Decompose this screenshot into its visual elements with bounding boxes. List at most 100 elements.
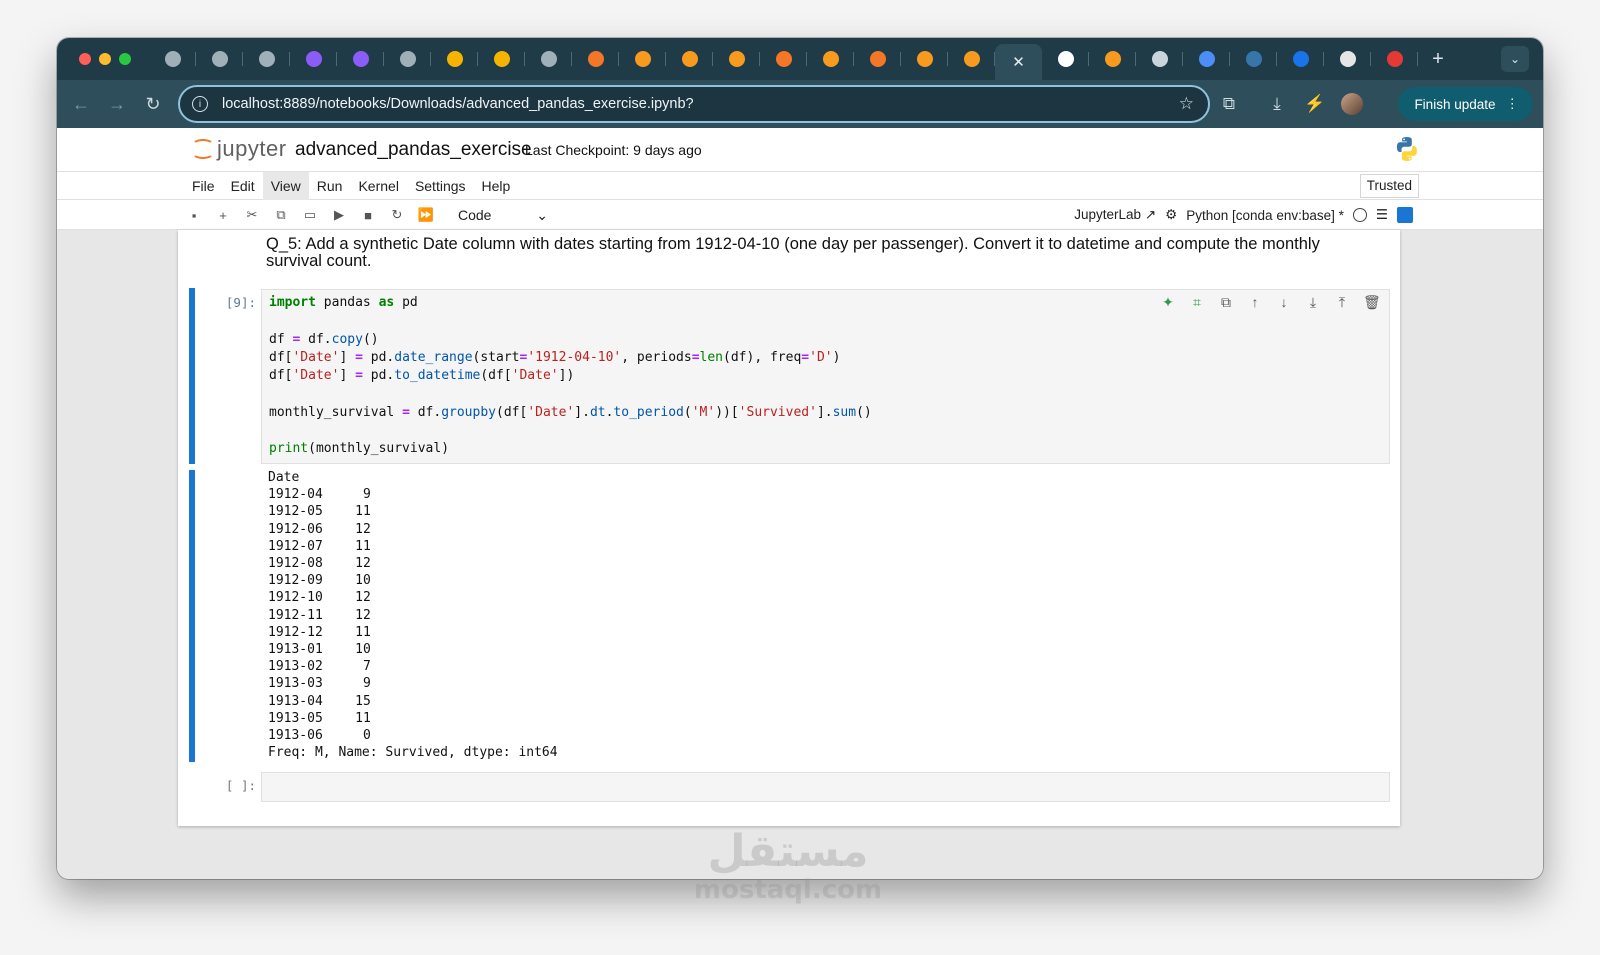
forward-arrow-icon[interactable]: →	[99, 94, 135, 115]
browser-tab[interactable]	[525, 38, 572, 80]
plus-icon[interactable]: +	[1418, 48, 1458, 71]
cut-icon[interactable]: ✂	[243, 207, 261, 223]
output-row: 1913-03 9	[268, 675, 558, 692]
tab-search-button[interactable]: ⌄	[1501, 46, 1529, 72]
run-icon[interactable]: ▶	[330, 207, 348, 223]
list-icon[interactable]: ☰	[1376, 207, 1388, 223]
active-browser-tab[interactable]: ✕	[995, 44, 1042, 80]
browser-tab[interactable]	[1183, 38, 1230, 80]
browser-tab[interactable]	[619, 38, 666, 80]
tab-favicon-icon	[352, 51, 369, 67]
bookmark-star-icon[interactable]: ☆	[1179, 94, 1194, 114]
notebook-title[interactable]: advanced_pandas_exercise	[295, 139, 532, 161]
browser-tab[interactable]	[948, 38, 995, 80]
browser-tab[interactable]	[1089, 38, 1136, 80]
insert-below-icon[interactable]: ⤓	[1305, 294, 1321, 311]
output-period: 1912-09	[268, 573, 323, 589]
paste-icon[interactable]: ▭	[301, 207, 319, 223]
output-period: 1912-07	[268, 538, 323, 554]
address-url[interactable]: localhost:8889/notebooks/Downloads/advan…	[222, 96, 694, 112]
address-bar[interactable]: i localhost:8889/notebooks/Downloads/adv…	[178, 85, 1210, 123]
duplicate-icon[interactable]: ⧉	[1218, 294, 1234, 311]
minimize-window-button[interactable]	[99, 53, 111, 65]
browser-tab[interactable]	[572, 38, 619, 80]
browser-tab[interactable]	[478, 38, 525, 80]
watermark: مستقل mostaql.com	[688, 828, 888, 905]
browser-tab[interactable]	[1277, 38, 1324, 80]
tab-favicon-icon	[916, 51, 933, 67]
back-arrow-icon[interactable]: ←	[63, 94, 99, 115]
output-row: 1912-10 12	[268, 589, 558, 606]
markdown-cell[interactable]: Q_5: Add a synthetic Date column with da…	[266, 236, 1356, 270]
browser-tab[interactable]	[713, 38, 760, 80]
browser-tab[interactable]	[1136, 38, 1183, 80]
code-cell-editor[interactable]: import pandas as pd df = df.copy() df['D…	[261, 289, 1390, 464]
profile-avatar[interactable]	[1341, 93, 1363, 115]
menu-run[interactable]: Run	[309, 172, 351, 200]
browser-tab[interactable]	[666, 38, 713, 80]
tab-favicon-icon	[1339, 51, 1356, 67]
browser-tab[interactable]	[1230, 38, 1277, 80]
property-inspector-icon[interactable]	[1397, 207, 1413, 223]
save-icon[interactable]: ▪	[185, 208, 203, 223]
output-count: 11	[355, 538, 371, 554]
kernel-status-icon	[1352, 208, 1367, 222]
code-format-icon[interactable]: ⌗	[1189, 294, 1205, 311]
finish-update-button[interactable]: Finish update ⋮	[1398, 87, 1533, 121]
browser-tab[interactable]	[196, 38, 243, 80]
menu-view[interactable]: View	[262, 172, 309, 200]
close-tab-icon[interactable]: ✕	[1012, 53, 1025, 71]
menu-edit[interactable]: Edit	[223, 172, 263, 200]
external-link-icon: ↗	[1144, 207, 1157, 222]
debugger-icon[interactable]: ⚙	[1165, 207, 1177, 223]
menu-help[interactable]: Help	[474, 172, 519, 200]
output-row: 1913-05 11	[268, 710, 558, 727]
browser-tab[interactable]	[1371, 38, 1418, 80]
trusted-badge[interactable]: Trusted	[1359, 174, 1419, 198]
download-icon[interactable]: ⤓	[1265, 94, 1289, 114]
output-footer: Freq: M, Name: Survived, dtype: int64	[268, 745, 558, 761]
cell-type-select[interactable]: Code ⌄	[458, 207, 548, 224]
add-cell-icon[interactable]: +	[214, 208, 232, 223]
trash-icon[interactable]: 🗑	[1363, 294, 1381, 311]
code-source[interactable]: import pandas as pd df = df.copy() df['D…	[262, 290, 1389, 459]
browser-tab[interactable]	[337, 38, 384, 80]
browser-tab[interactable]	[290, 38, 337, 80]
menu-kernel[interactable]: Kernel	[350, 172, 406, 200]
browser-tab[interactable]	[807, 38, 854, 80]
browser-tab[interactable]	[384, 38, 431, 80]
reload-icon[interactable]: ↻	[135, 94, 171, 115]
browser-tab[interactable]	[149, 38, 196, 80]
output-row: 1912-06 12	[268, 521, 558, 538]
restart-icon[interactable]: ↻	[388, 207, 406, 223]
menu-file[interactable]: File	[184, 172, 223, 200]
performance-icon[interactable]: ⚡	[1303, 94, 1327, 114]
output-period: 1913-03	[268, 676, 323, 692]
browser-tab[interactable]	[1042, 38, 1089, 80]
jupyter-logo[interactable]: jupyter	[191, 136, 287, 162]
menu-settings[interactable]: Settings	[407, 172, 474, 200]
jupyterlab-link[interactable]: JupyterLab ↗	[1074, 207, 1156, 223]
close-window-button[interactable]	[79, 53, 91, 65]
output-count: 7	[362, 659, 371, 675]
extensions-icon[interactable]: ⧉	[1217, 94, 1241, 114]
arrow-down-icon[interactable]: ↓	[1276, 294, 1292, 311]
jupyter-page: jupyter advanced_pandas_exercise Last Ch…	[57, 128, 1543, 879]
browser-tab[interactable]	[243, 38, 290, 80]
kernel-name[interactable]: Python [conda env:base] *	[1186, 208, 1344, 223]
browser-tabs: ✕	[149, 38, 1418, 80]
run-all-icon[interactable]: ⏩	[417, 207, 435, 223]
info-icon[interactable]: i	[192, 96, 208, 112]
insert-above-icon[interactable]: ⤒	[1334, 294, 1350, 311]
arrow-up-icon[interactable]: ↑	[1247, 294, 1263, 311]
browser-tab[interactable]	[854, 38, 901, 80]
empty-code-cell[interactable]	[261, 772, 1390, 802]
browser-tab[interactable]	[1324, 38, 1371, 80]
copy-icon[interactable]: ⧉	[272, 207, 290, 223]
browser-tab[interactable]	[901, 38, 948, 80]
stop-icon[interactable]: ■	[359, 208, 377, 223]
browser-tab[interactable]	[760, 38, 807, 80]
zoom-window-button[interactable]	[119, 53, 131, 65]
sparkle-icon[interactable]: ✦	[1160, 294, 1176, 311]
browser-tab[interactable]	[431, 38, 478, 80]
